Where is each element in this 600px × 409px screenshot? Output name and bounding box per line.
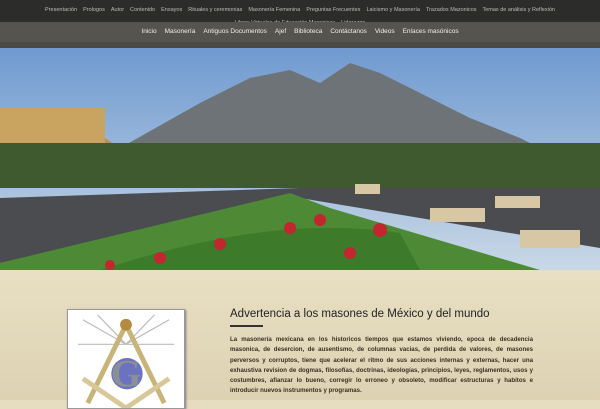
top-nav-item[interactable]: Ensayos (161, 5, 182, 15)
content-area: G Advertencia a los masones de México y … (0, 270, 600, 409)
hero-image (0, 48, 600, 270)
top-nav: Presentación Prologos Autor Contenido Ensayo… (0, 0, 600, 26)
main-nav-antiguos-documentos[interactable]: Antiguos Documentos (203, 28, 267, 35)
top-nav-item[interactable]: Rituales y ceremonias (188, 5, 242, 15)
top-nav-item[interactable]: Prologos (83, 5, 105, 15)
main-nav-inicio[interactable]: Inicio (141, 28, 156, 35)
top-nav-item[interactable]: Contenido (130, 5, 155, 15)
top-nav-item[interactable]: Trazados Mazonicos (426, 5, 477, 15)
top-nav-item[interactable]: Temas de análisis y Reflexión (482, 5, 554, 15)
main-nav-enlaces[interactable]: Enlaces masónicos (403, 28, 459, 35)
top-nav-item[interactable]: Laicismo y Masonería (366, 5, 420, 15)
article-title: Advertencia a los masones de México y de… (230, 308, 490, 320)
main-nav-videos[interactable]: Videos (375, 28, 395, 35)
title-underline (230, 325, 263, 327)
top-nav-item[interactable]: Masonería Femenina (248, 5, 300, 15)
top-nav-item[interactable]: Preguntas Frecuentes (306, 5, 360, 15)
article-body: La masonería mexicana en los historicos … (230, 336, 533, 395)
main-nav-contactanos[interactable]: Contáctanos (330, 28, 367, 35)
top-nav-item[interactable]: Presentación (45, 5, 77, 15)
main-nav-masoneria[interactable]: Masonería (165, 28, 196, 35)
main-nav: Inicio Masonería Antiguos Documentos Ajef Bi… (0, 22, 600, 42)
main-nav-biblioteca[interactable]: Biblioteca (294, 28, 322, 35)
main-nav-ajef[interactable]: Ajef (275, 28, 286, 35)
svg-text:G: G (111, 352, 141, 395)
top-nav-item[interactable]: Autor (111, 5, 124, 15)
masonic-emblem-image: G (67, 309, 185, 409)
